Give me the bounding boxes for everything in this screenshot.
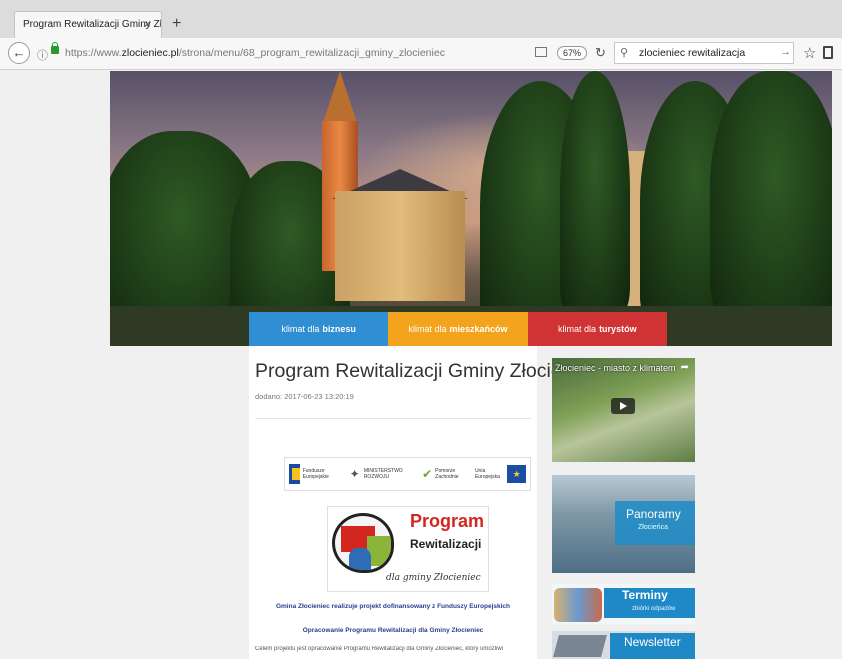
search-input[interactable]: zlocieniec rewitalizacja	[614, 42, 794, 64]
menu-business[interactable]: klimat dla biznesu	[249, 312, 389, 346]
laptop-image	[553, 635, 607, 657]
logo-rewitalizacji-text: Rewitalizacji	[410, 537, 482, 551]
main-menu: klimat dla biznesu klimat dla mieszkańców …	[249, 312, 667, 346]
logo-program-text: Program	[410, 511, 485, 531]
browser-tab[interactable]: Program Rewitalizacji Gminy Zło	[14, 11, 162, 38]
article-body: Celem projektu jest opracowanie Programu…	[255, 646, 504, 652]
zoom-indicator[interactable]: 67%	[557, 46, 588, 60]
lock-icon	[51, 42, 59, 54]
menu-residents-bold: mieszkańców	[449, 324, 508, 334]
panorama-title: Panoramy	[626, 507, 681, 521]
navigation-toolbar: ← ⓘ https://www.zlocieniec.pl/strona/men…	[0, 38, 842, 70]
panorama-banner[interactable]: Panoramy Złocieńca	[552, 475, 695, 573]
newsletter-banner[interactable]: Newsletter	[552, 631, 695, 659]
back-button[interactable]: ←	[8, 42, 30, 64]
reader-view-icon[interactable]	[535, 47, 547, 57]
ministry-label: MINISTERSTWO ROZWOJU	[363, 468, 403, 480]
close-tab-icon[interactable]: ×	[144, 17, 151, 31]
logo-people-icon	[349, 548, 371, 570]
project-name: Opracowanie Programu Rewitalizacji dla G…	[302, 627, 484, 634]
menu-tourists-bold: turystów	[599, 324, 637, 334]
program-logo: Program Rewitalizacji dla gminy Złocieni…	[327, 506, 489, 592]
eagle-icon: ✦	[349, 467, 360, 481]
funding-logos: Fundusze Europejskie ✦ MINISTERSTWO ROZW…	[284, 457, 531, 491]
share-icon[interactable]: ➦	[681, 362, 689, 373]
hero-image: klimat dla biznesu klimat dla mieszkańców …	[110, 71, 832, 346]
ue-label: Unia Europejska	[474, 468, 500, 480]
web-page: klimat dla biznesu klimat dla mieszkańców …	[0, 71, 842, 659]
menu-residents[interactable]: klimat dla mieszkańców	[388, 312, 528, 346]
search-go-icon[interactable]: →	[780, 46, 791, 58]
play-icon[interactable]	[611, 398, 635, 414]
video-title: Złocieniec - miasto z klimatem	[555, 363, 676, 373]
video-widget[interactable]: Złocieniec - miasto z klimatem ➦	[552, 358, 695, 462]
terminy-subtitle: zbiórki odpadów	[632, 606, 676, 612]
ue-logo: Unia Europejska	[475, 468, 503, 480]
publish-date: dodano: 2017-06-23 13:20:19	[255, 392, 354, 401]
menu-business-prefix: klimat dla	[281, 324, 320, 334]
ministry-logo: ✦ MINISTERSTWO ROZWOJU	[349, 465, 415, 483]
pomorze-icon: ✔	[422, 467, 433, 481]
church-body	[335, 191, 465, 301]
pomorze-label: Pomorze Zachodnie	[435, 468, 459, 480]
tree-right	[710, 71, 832, 331]
menu-tourists[interactable]: klimat dla turystów	[527, 312, 667, 346]
church-spire	[322, 71, 358, 126]
logo-subtitle: dla gminy Złocieniec	[386, 573, 481, 583]
menu-tourists-prefix: klimat dla	[558, 324, 597, 334]
info-icon[interactable]: ⓘ	[37, 47, 48, 63]
page-title: Program Rewitalizacji Gminy Złocieniec	[255, 360, 598, 382]
menu-business-bold: biznesu	[322, 324, 356, 334]
divider	[255, 418, 531, 419]
reload-icon[interactable]: ↻	[595, 45, 606, 61]
eu-flag-icon: ★	[507, 465, 526, 483]
new-tab-button[interactable]: +	[172, 15, 181, 33]
pomorze-logo: ✔ Pomorze Zachodnie	[422, 467, 467, 481]
fe-logo: Fundusze Europejskie	[289, 464, 341, 484]
tree-tall	[560, 71, 630, 311]
newsletter-title: Newsletter	[624, 635, 681, 649]
fe-label: Fundusze Europejskie	[302, 468, 329, 480]
url-path: /strona/menu/68_program_rewitalizacji_gm…	[178, 47, 445, 59]
terminy-title: Terminy	[622, 588, 668, 602]
clipboard-icon[interactable]	[823, 46, 833, 59]
url-domain: zlocieniec.pl	[121, 47, 179, 59]
article: Program Rewitalizacji Gminy Złocieniec d…	[249, 346, 597, 659]
fe-icon	[289, 464, 300, 484]
people-image	[554, 588, 602, 622]
waste-schedule-banner[interactable]: Terminy zbiórki odpadów	[552, 584, 695, 624]
tab-title: Program Rewitalizacji Gminy Zło	[23, 19, 162, 30]
tab-bar: Program Rewitalizacji Gminy Zło × +	[0, 0, 842, 38]
panorama-subtitle: Złocieńca	[638, 524, 668, 531]
url-prefix: https://www.	[65, 47, 122, 59]
menu-residents-prefix: klimat dla	[408, 324, 447, 334]
bookmark-star-icon[interactable]: ☆	[803, 44, 816, 62]
speech-bubble-icon	[332, 513, 394, 573]
funding-statement: Gmina Złocieniec realizuje projekt dofin…	[275, 603, 511, 610]
address-bar[interactable]: https://www.zlocieniec.pl/strona/menu/68…	[65, 47, 445, 59]
search-icon: ⚲	[620, 47, 629, 59]
